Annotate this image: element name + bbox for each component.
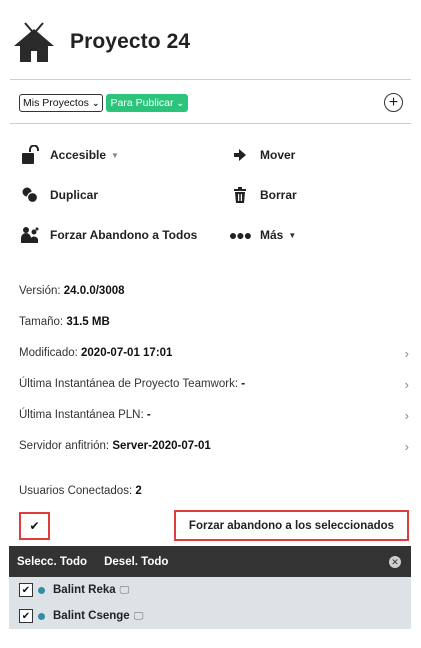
divider <box>10 79 411 80</box>
caret-down-icon: ▼ <box>288 230 297 240</box>
more-action[interactable]: ●●● Más ▼ <box>228 225 297 245</box>
list-item[interactable]: ✔ Balint Reka 🖵 <box>9 577 411 603</box>
delete-action[interactable]: Borrar <box>230 185 297 205</box>
modified-label: Modificado: <box>19 347 78 359</box>
caret-down-icon: ▼ <box>111 150 119 160</box>
delete-label: Borrar <box>260 188 297 202</box>
computer-icon: 🖵 <box>119 584 130 596</box>
arrow-right-icon <box>230 145 250 165</box>
force-leave-all-action[interactable]: Forzar Abandono a Todos <box>20 225 197 245</box>
version-row: Versión: 24.0.0/3008 <box>19 285 409 297</box>
accessible-action[interactable]: Accesible ▼ <box>20 145 119 165</box>
size-row: Tamaño: 31.5 MB <box>19 316 409 328</box>
chevron-down-icon: ⌄ <box>176 97 185 108</box>
duplicate-icon <box>20 185 40 205</box>
ellipsis-icon: ●●● <box>228 227 252 243</box>
version-value: 24.0.0/3008 <box>63 285 125 297</box>
size-value: 31.5 MB <box>66 316 110 328</box>
user-checkbox[interactable]: ✔ <box>19 583 33 597</box>
plus-circle-icon[interactable]: + <box>384 93 403 112</box>
chevron-right-icon: › <box>404 377 409 392</box>
status-select[interactable]: Para Publicar ⌄ <box>106 94 189 112</box>
close-icon[interactable]: ✕ <box>389 556 401 568</box>
snapshot-pln-label: Última Instantánea PLN: <box>19 409 144 421</box>
duplicate-action[interactable]: Duplicar <box>20 185 98 205</box>
modified-row[interactable]: Modificado: 2020-07-01 17:01 › <box>19 346 409 361</box>
move-action[interactable]: Mover <box>230 145 295 165</box>
accessible-label: Accesible <box>50 148 107 162</box>
chevron-right-icon: › <box>404 408 409 423</box>
snapshot-pln-value: - <box>146 409 151 421</box>
online-status-icon <box>38 612 45 620</box>
force-leave-selected-button[interactable]: Forzar abandono a los seleccionados <box>174 510 409 541</box>
version-label: Versión: <box>19 285 61 297</box>
page-title: Proyecto 24 <box>70 30 191 53</box>
trash-icon <box>230 185 250 205</box>
host-value: Server-2020-07-01 <box>112 440 211 452</box>
select-toggle-checkbox[interactable]: ✔ <box>19 512 50 540</box>
computer-icon: 🖵 <box>133 610 144 622</box>
user-name: Balint Csenge <box>53 610 130 622</box>
select-all-button[interactable]: Selecc. Todo <box>17 556 87 568</box>
host-row[interactable]: Servidor anfitrión: Server-2020-07-01 › <box>19 439 409 454</box>
connected-users-count: 2 <box>135 485 142 497</box>
duplicate-label: Duplicar <box>50 188 99 202</box>
projects-select[interactable]: Mis Proyectos ⌄ <box>19 94 104 112</box>
house-icon <box>14 22 54 62</box>
projects-select-value: Mis Proyectos <box>23 97 89 109</box>
unlock-icon <box>20 145 40 165</box>
filter-bar: Mis Proyectos ⌄ Para Publicar ⌄ + <box>19 93 403 113</box>
snapshot-teamwork-row[interactable]: Última Instantánea de Proyecto Teamwork:… <box>19 377 409 392</box>
more-label: Más <box>260 228 284 242</box>
deselect-all-button[interactable]: Desel. Todo <box>104 556 168 568</box>
user-checkbox[interactable]: ✔ <box>19 609 33 623</box>
snapshot-teamwork-label: Última Instantánea de Proyecto Teamwork: <box>19 378 239 390</box>
host-label: Servidor anfitrión: <box>19 440 110 452</box>
connected-users-row: Usuarios Conectados: 2 <box>19 485 409 497</box>
project-header: Proyecto 24 <box>12 14 412 70</box>
users-icon <box>20 225 40 245</box>
snapshot-pln-row[interactable]: Última Instantánea PLN: - › <box>19 408 409 423</box>
list-item[interactable]: ✔ Balint Csenge 🖵 <box>9 603 411 629</box>
modified-value: 2020-07-01 17:01 <box>81 347 173 359</box>
online-status-icon <box>38 586 45 594</box>
chevron-right-icon: › <box>404 346 409 361</box>
chevron-down-icon: ⌄ <box>91 97 100 108</box>
chevron-right-icon: › <box>404 439 409 454</box>
connected-users-label: Usuarios Conectados: <box>19 485 133 497</box>
move-label: Mover <box>260 148 296 162</box>
status-select-value: Para Publicar <box>110 97 174 109</box>
user-selection-bar: Selecc. Todo Desel. Todo ✕ <box>9 546 411 577</box>
size-label: Tamaño: <box>19 316 64 328</box>
force-leave-all-label: Forzar Abandono a Todos <box>50 228 198 242</box>
snapshot-teamwork-value: - <box>241 378 246 390</box>
user-list: ✔ Balint Reka 🖵 ✔ Balint Csenge 🖵 <box>9 577 411 629</box>
user-name: Balint Reka <box>53 584 116 596</box>
divider <box>10 123 411 124</box>
